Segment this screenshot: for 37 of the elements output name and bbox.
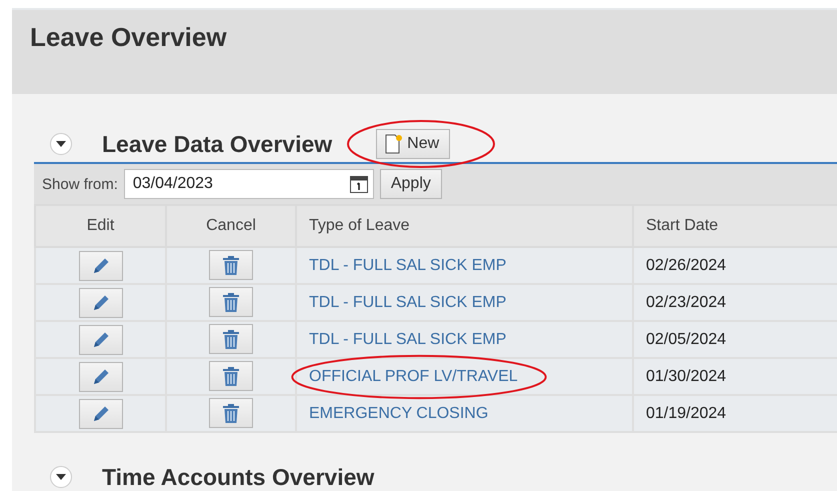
trash-icon [222, 291, 240, 313]
column-header: Edit [35, 205, 166, 247]
new-document-icon [385, 134, 404, 154]
edit-button[interactable] [78, 398, 122, 428]
edit-button[interactable] [78, 288, 122, 318]
section-title: Leave Data Overview [102, 130, 332, 158]
delete-button[interactable] [209, 250, 253, 280]
trash-icon [222, 328, 240, 350]
edit-button[interactable] [78, 324, 122, 354]
date-field[interactable]: 03/04/2023 [124, 169, 374, 199]
edit-button[interactable] [78, 362, 122, 392]
column-header: Type of Leave [296, 205, 633, 247]
collapse-toggle[interactable] [50, 466, 72, 488]
delete-button[interactable] [209, 324, 253, 354]
table-cell: 01/30/2024 [633, 358, 837, 395]
column-header: Cancel [166, 205, 296, 247]
trash-icon [222, 254, 240, 276]
collapse-toggle[interactable] [50, 133, 72, 155]
trash-icon [222, 402, 240, 424]
filter-label: Show from: [42, 176, 118, 192]
calendar-icon[interactable] [348, 174, 369, 194]
delete-button[interactable] [209, 361, 253, 391]
new-button[interactable]: New [376, 129, 450, 159]
edit-button[interactable] [78, 250, 122, 280]
caret-icon [56, 141, 66, 147]
section-title: Time Accounts Overview [102, 464, 374, 490]
table-cell: 02/05/2024 [633, 321, 837, 358]
table-cell: 01/19/2024 [633, 395, 837, 432]
delete-button[interactable] [209, 398, 253, 428]
apply-button[interactable]: Apply [380, 169, 442, 199]
trash-icon [222, 365, 240, 387]
column-header: Start Date [633, 205, 837, 247]
page-title: Leave Overview [30, 22, 227, 52]
table-cell: 02/23/2024 [633, 284, 837, 321]
delete-button[interactable] [209, 287, 253, 317]
table-cell: 02/26/2024 [633, 247, 837, 284]
caret-icon [56, 474, 66, 480]
